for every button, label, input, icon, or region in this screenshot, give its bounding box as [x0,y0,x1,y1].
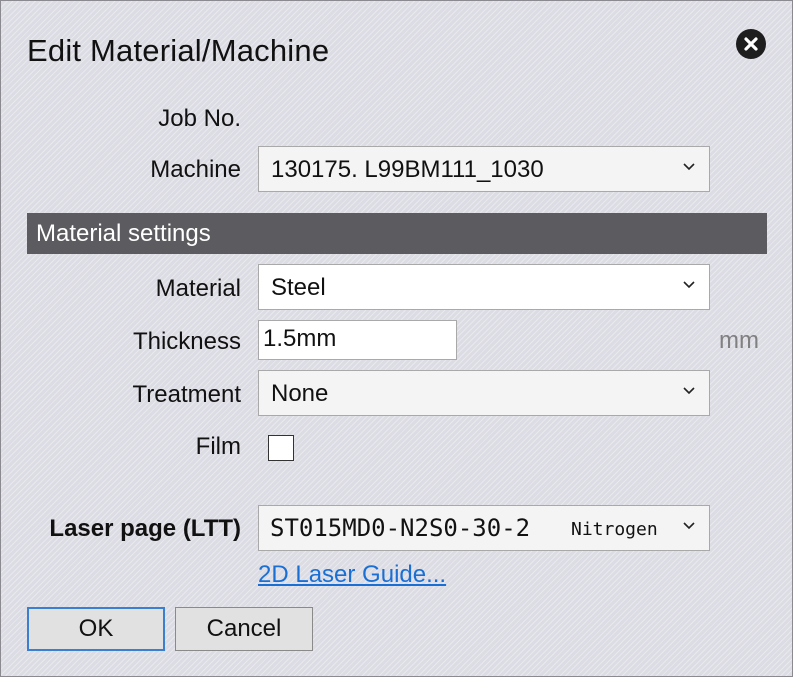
treatment-dropdown[interactable]: None [258,370,710,416]
material-dropdown[interactable]: Steel [258,264,710,310]
cancel-button[interactable]: Cancel [175,607,313,651]
thickness-input[interactable] [259,321,448,357]
material-value: Steel [271,274,326,301]
thickness-label: Thickness [132,328,241,355]
laser-page-value: ST015MD0-N2S0-30-2 [270,514,531,542]
thickness-field[interactable] [258,320,457,360]
chevron-down-icon [683,522,695,530]
edit-material-machine-dialog: Edit Material/Machine Job No. Machine 13… [0,0,793,677]
treatment-label: Treatment [132,381,241,408]
thickness-unit: mm [719,327,759,354]
laser-page-dropdown[interactable]: ST015MD0-N2S0-30-2 Nitrogen [258,505,710,551]
laser-page-label: Laser page (LTT) [49,515,241,542]
chevron-down-icon [683,163,695,171]
laser-page-gas: Nitrogen [571,519,658,540]
machine-value: 130175. L99BM111_1030 [271,156,544,183]
section-title: Material settings [36,220,211,247]
material-label: Material [155,275,241,302]
film-label: Film [195,433,241,460]
machine-dropdown[interactable]: 130175. L99BM111_1030 [258,146,710,192]
machine-label: Machine [150,156,241,183]
laser-guide-link[interactable]: 2D Laser Guide... [258,561,446,589]
dialog-title: Edit Material/Machine [27,33,330,68]
job-no-label: Job No. [158,105,241,132]
ok-button[interactable]: OK [27,607,165,651]
material-settings-header: Material settings [27,213,767,254]
close-icon[interactable] [736,29,766,59]
treatment-value: None [271,380,329,407]
chevron-down-icon [683,387,695,395]
film-checkbox[interactable] [268,435,294,461]
chevron-down-icon [683,281,695,289]
